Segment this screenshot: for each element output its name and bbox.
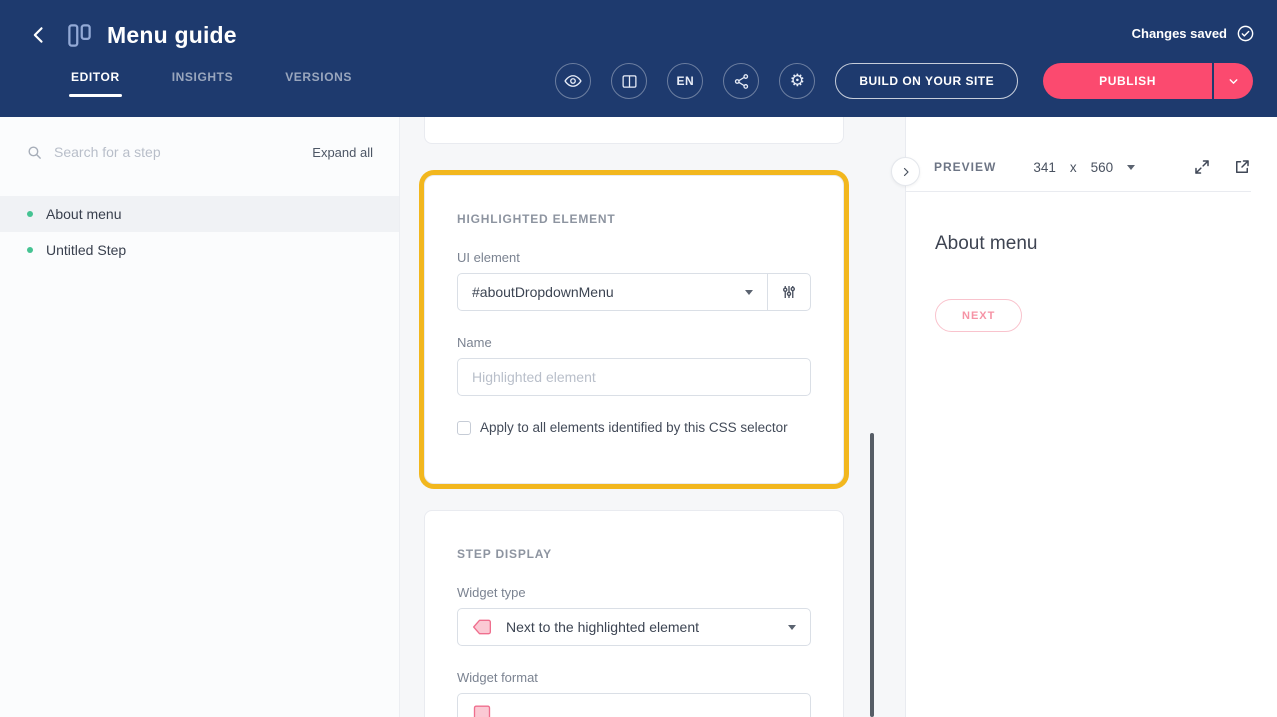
step-dot-icon [27, 247, 33, 253]
chevron-down-icon [1127, 165, 1135, 170]
publish-split-button: PUBLISH [1043, 63, 1253, 99]
selector-settings-button[interactable] [768, 274, 810, 310]
widget-format-select-main [458, 694, 810, 717]
open-in-new-tab-button[interactable] [1233, 158, 1251, 176]
tooltip-widget-icon [472, 617, 492, 637]
tab-insights[interactable]: INSIGHTS [172, 70, 233, 97]
widget-type-select-main: Next to the highlighted element [458, 609, 810, 645]
step-item-label: Untitled Step [46, 242, 126, 258]
steps-sidebar: Expand all About menu Untitled Step [0, 117, 400, 717]
language-badge: EN [676, 74, 694, 88]
eye-icon [564, 72, 582, 90]
widget-format-icon [472, 702, 492, 717]
preview-title: PREVIEW [934, 160, 996, 174]
external-link-icon [1233, 158, 1251, 176]
language-button[interactable]: EN [667, 63, 703, 99]
section-title: STEP DISPLAY [457, 547, 811, 561]
preview-next-button[interactable]: NEXT [935, 299, 1022, 332]
preview-width-value: 341 [1033, 160, 1056, 175]
layout-button[interactable] [611, 63, 647, 99]
build-on-your-site-button[interactable]: BUILD ON YOUR SITE [835, 63, 1018, 99]
settings-button[interactable]: ⚙ [779, 63, 815, 99]
ui-element-select-group: #aboutDropdownMenu [457, 273, 811, 311]
widget-format-select[interactable] [457, 693, 811, 717]
highlighted-element-card: HIGHLIGHTED ELEMENT UI element #aboutDro… [424, 175, 844, 484]
collapse-preview-button[interactable] [891, 157, 920, 186]
highlighted-element-name-input[interactable] [457, 358, 811, 396]
page-title: Menu guide [107, 22, 237, 49]
widget-type-label: Widget type [457, 585, 811, 600]
changes-saved-status: Changes saved [1132, 24, 1255, 43]
gear-icon: ⚙ [790, 73, 805, 90]
back-button[interactable] [26, 22, 52, 48]
tab-editor[interactable]: EDITOR [71, 70, 120, 97]
preview-height-value: 560 [1091, 160, 1114, 175]
card-partial-top [424, 117, 844, 144]
chevron-down-icon [745, 290, 753, 295]
step-dot-icon [27, 211, 33, 217]
preview-eye-button[interactable] [555, 63, 591, 99]
header-tabs: EDITOR INSIGHTS VERSIONS [71, 70, 352, 97]
editor-scrollbar[interactable] [870, 433, 874, 717]
step-display-card: STEP DISPLAY Widget type Next to the hig… [424, 510, 844, 717]
top-bar: Menu guide Changes saved EDITOR INSIGHTS… [0, 0, 1277, 117]
ui-element-value: #aboutDropdownMenu [472, 284, 614, 300]
chevron-right-icon [900, 166, 912, 178]
preview-size-select[interactable]: 341 x 560 [1033, 160, 1135, 175]
chevron-down-icon [1227, 75, 1240, 88]
share-button[interactable] [723, 63, 759, 99]
preview-header-icons [1193, 158, 1251, 176]
layout-icon [621, 73, 638, 90]
header-actions: EN ⚙ BUILD ON YOUR SITE PUBLISH [555, 63, 1253, 99]
tab-versions[interactable]: VERSIONS [285, 70, 352, 97]
name-label: Name [457, 335, 811, 350]
header-left-group: Menu guide [26, 16, 237, 54]
ui-element-label: UI element [457, 250, 811, 265]
step-search-input[interactable] [54, 144, 301, 160]
preview-size-separator: x [1070, 160, 1077, 175]
share-icon [733, 73, 750, 90]
search-icon [26, 144, 43, 161]
expand-preview-button[interactable] [1193, 158, 1211, 176]
step-item-untitled-step[interactable]: Untitled Step [0, 232, 399, 268]
section-title: HIGHLIGHTED ELEMENT [457, 212, 811, 226]
apply-all-label: Apply to all elements identified by this… [480, 420, 788, 435]
step-search-row: Expand all [0, 117, 399, 187]
chevron-down-icon [788, 625, 796, 630]
publish-button[interactable]: PUBLISH [1043, 63, 1212, 99]
app-logo-icon [66, 22, 93, 49]
preview-body: About menu NEXT [906, 192, 1277, 332]
preview-step-heading: About menu [935, 233, 1277, 255]
ui-element-select[interactable]: #aboutDropdownMenu [458, 274, 767, 310]
apply-all-checkbox[interactable] [457, 421, 471, 435]
step-item-label: About menu [46, 206, 122, 222]
steps-list: About menu Untitled Step [0, 196, 399, 268]
check-circle-icon [1236, 24, 1255, 43]
chevron-left-icon [29, 25, 49, 45]
expand-icon [1193, 158, 1211, 176]
step-editor-panel: HIGHLIGHTED ELEMENT UI element #aboutDro… [400, 117, 905, 717]
preview-panel: PREVIEW 341 x 560 About menu NEXT [905, 117, 1277, 717]
step-item-about-menu[interactable]: About menu [0, 196, 399, 232]
sliders-icon [780, 283, 798, 301]
widget-format-label: Widget format [457, 670, 811, 685]
widget-type-value: Next to the highlighted element [506, 619, 699, 635]
preview-header: PREVIEW 341 x 560 [906, 117, 1251, 192]
widget-type-select[interactable]: Next to the highlighted element [457, 608, 811, 646]
publish-dropdown-button[interactable] [1214, 63, 1253, 99]
changes-saved-label: Changes saved [1132, 26, 1227, 41]
expand-all-link[interactable]: Expand all [312, 145, 373, 160]
apply-all-row: Apply to all elements identified by this… [457, 420, 811, 435]
